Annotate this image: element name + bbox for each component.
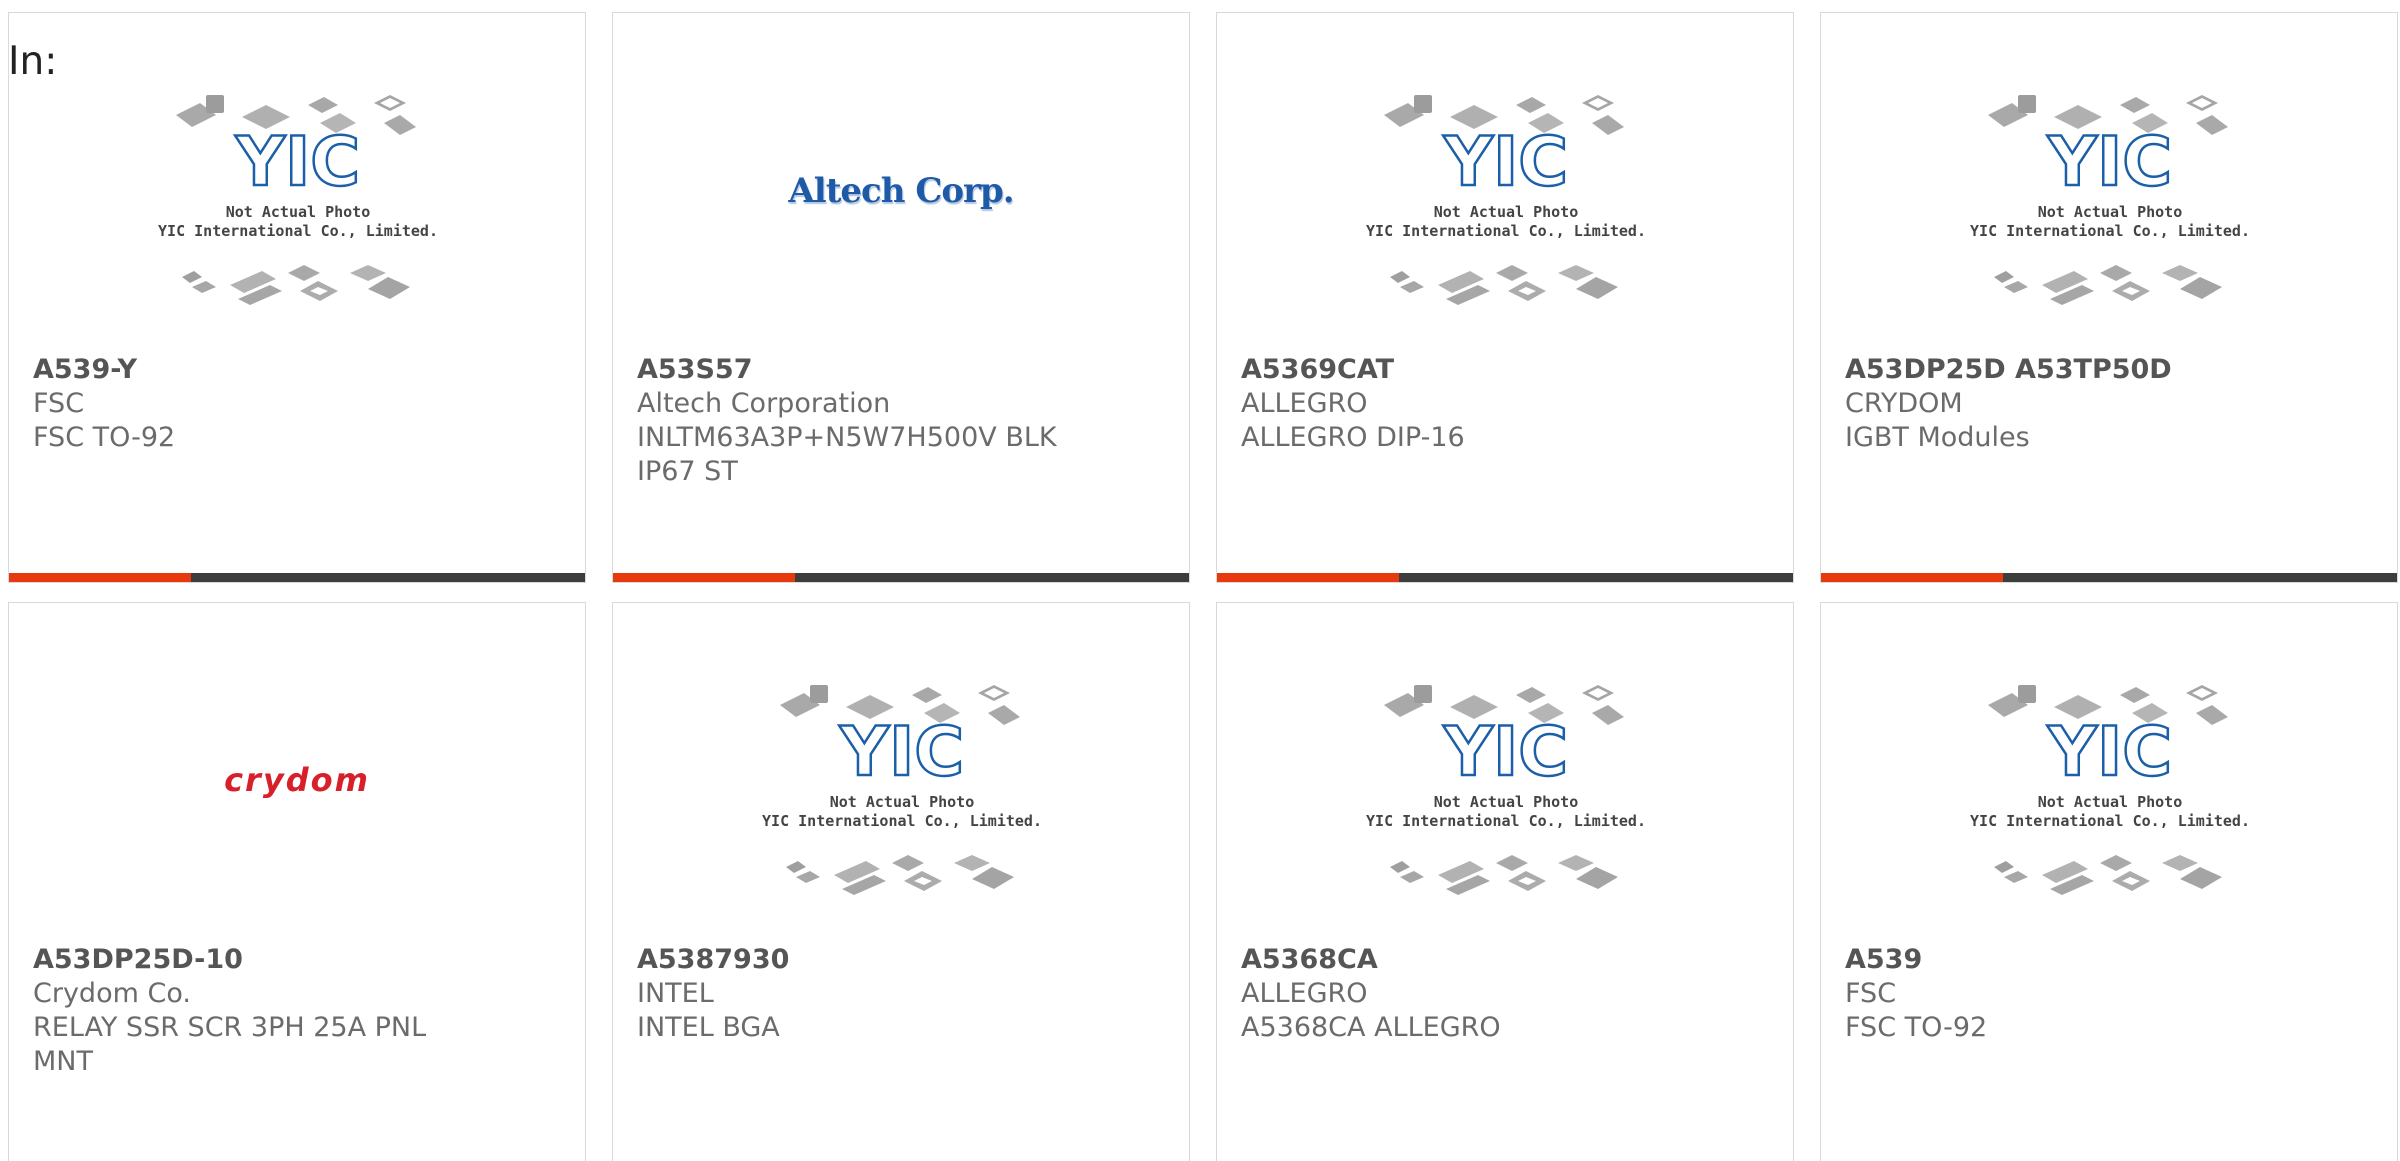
product-grid-page: In: YIC Not Actual Photo YIC International… bbox=[0, 0, 2400, 1161]
card-accent-bar bbox=[1821, 573, 2003, 582]
manufacturer-text: FSC bbox=[33, 388, 85, 419]
product-info: A5368CA ALLEGRO A5368CA ALLEGRO bbox=[1241, 943, 1769, 1045]
part-number-link[interactable]: A5387930 bbox=[637, 943, 1165, 977]
product-info: A53DP25D-10 Crydom Co. RELAY SSR SCR 3PH 2… bbox=[33, 943, 561, 1079]
card-bottom-bar bbox=[9, 573, 585, 582]
product-image[interactable]: YIC Not Actual Photo YIC International Co.… bbox=[1821, 663, 2397, 908]
part-number-link[interactable]: A53S57 bbox=[637, 353, 1165, 387]
manufacturer-text: Crydom Co. bbox=[33, 978, 191, 1009]
company-name-text: YIC International Co., Limited. bbox=[158, 222, 438, 240]
product-card[interactable]: YIC Not Actual Photo YIC International Co.… bbox=[1216, 12, 1794, 583]
part-number-link[interactable]: A5368CA bbox=[1241, 943, 1769, 977]
part-number-link[interactable]: A539 bbox=[1845, 943, 2373, 977]
not-actual-photo-text: Not Actual Photo bbox=[2038, 793, 2183, 811]
description-text: RELAY SSR SCR 3PH 25A PNL MNT bbox=[33, 1012, 427, 1077]
company-name-text: YIC International Co., Limited. bbox=[1970, 812, 2250, 830]
description-text: INTEL BGA bbox=[637, 1012, 780, 1043]
description-text: FSC TO-92 bbox=[33, 422, 176, 453]
description-text: ALLEGRO DIP-16 bbox=[1241, 422, 1465, 453]
product-card[interactable]: YIC Not Actual Photo YIC International Co.… bbox=[1216, 602, 1794, 1161]
part-number-link[interactable]: A5369CAT bbox=[1241, 353, 1769, 387]
manufacturer-text: CRYDOM bbox=[1845, 388, 1963, 419]
product-image[interactable]: YIC Not Actual Photo YIC International Co.… bbox=[1217, 663, 1793, 908]
card-accent-bar bbox=[613, 573, 795, 582]
description-text: FSC TO-92 bbox=[1845, 1012, 1988, 1043]
product-image[interactable]: Altech Corp. bbox=[613, 73, 1189, 318]
placeholder-chip-graphic: YICNot Actual PhotoYIC International Co.… bbox=[762, 685, 1042, 895]
card-bottom-bar bbox=[1217, 573, 1793, 582]
product-image[interactable]: YIC Not Actual Photo YIC International Co.… bbox=[1217, 73, 1793, 318]
yic-logo: YIC bbox=[839, 713, 964, 792]
placeholder-chip-graphic: YICNot Actual PhotoYIC International Co.… bbox=[1970, 685, 2250, 895]
manufacturer-text: Altech Corporation bbox=[637, 388, 891, 419]
company-name-text: YIC International Co., Limited. bbox=[762, 812, 1042, 830]
product-info: A5369CAT ALLEGRO ALLEGRO DIP-16 bbox=[1241, 353, 1769, 455]
product-image[interactable]: YIC Not Actual Photo YIC International Co.… bbox=[613, 663, 1189, 908]
part-number-link[interactable]: A53DP25D A53TP50D bbox=[1845, 353, 2373, 387]
manufacturer-text: INTEL bbox=[637, 978, 714, 1009]
product-image[interactable]: YIC Not Actual Photo YIC International Co.… bbox=[1821, 73, 2397, 318]
placeholder-chip-graphic: YICNot Actual PhotoYIC International Co.… bbox=[1366, 95, 1646, 305]
company-name-text: YIC International Co., Limited. bbox=[1970, 222, 2250, 240]
placeholder-chip-graphic: YICNot Actual PhotoYIC International Co.… bbox=[1366, 685, 1646, 895]
part-number-link[interactable]: A53DP25D-10 bbox=[33, 943, 561, 977]
yic-logo: YIC bbox=[235, 123, 360, 202]
yic-logo: YIC bbox=[1443, 123, 1568, 202]
not-actual-photo-text: Not Actual Photo bbox=[1434, 793, 1579, 811]
yic-logo: YIC bbox=[1443, 713, 1568, 792]
yic-logo: YIC bbox=[2047, 713, 2172, 792]
product-card[interactable]: YIC Not Actual Photo YIC International Co.… bbox=[1820, 602, 2398, 1161]
manufacturer-text: FSC bbox=[1845, 978, 1897, 1009]
not-actual-photo-text: Not Actual Photo bbox=[226, 203, 371, 221]
product-card[interactable]: Altech Corp. A53S57 Altech Corporation INLT… bbox=[612, 12, 1190, 583]
company-name-text: YIC International Co., Limited. bbox=[1366, 222, 1646, 240]
product-card[interactable]: YIC Not Actual Photo YIC International Co.… bbox=[8, 12, 586, 583]
product-card[interactable]: YIC Not Actual Photo YIC International Co.… bbox=[612, 602, 1190, 1161]
card-bottom-bar bbox=[1821, 573, 2397, 582]
card-bottom-bar bbox=[613, 573, 1189, 582]
card-accent-bar bbox=[1217, 573, 1399, 582]
in-label: In: bbox=[8, 39, 58, 84]
not-actual-photo-text: Not Actual Photo bbox=[2038, 203, 2183, 221]
part-number-link[interactable]: A539-Y bbox=[33, 353, 561, 387]
description-text: A5368CA ALLEGRO bbox=[1241, 1012, 1501, 1043]
product-image[interactable]: crydom bbox=[9, 663, 585, 908]
crydom-logo: crydom bbox=[224, 761, 370, 799]
manufacturer-text: ALLEGRO bbox=[1241, 978, 1368, 1009]
manufacturer-text: ALLEGRO bbox=[1241, 388, 1368, 419]
placeholder-chip-graphic: YICNot Actual PhotoYIC International Co.… bbox=[158, 95, 438, 305]
product-card[interactable]: YIC Not Actual Photo YIC International Co.… bbox=[1820, 12, 2398, 583]
product-info: A5387930 INTEL INTEL BGA bbox=[637, 943, 1165, 1045]
placeholder-chip-graphic: YICNot Actual PhotoYIC International Co.… bbox=[1970, 95, 2250, 305]
product-card[interactable]: crydom A53DP25D-10 Crydom Co. RELAY SSR SCR… bbox=[8, 602, 586, 1161]
description-text: IGBT Modules bbox=[1845, 422, 2030, 453]
product-info: A539-Y FSC FSC TO-92 bbox=[33, 353, 561, 455]
product-info: A53S57 Altech Corporation INLTM63A3P+N5W7H… bbox=[637, 353, 1165, 489]
altech-corp-logo: Altech Corp. bbox=[788, 171, 1014, 211]
product-info: A53DP25D A53TP50D CRYDOM IGBT Modules bbox=[1845, 353, 2373, 455]
product-image[interactable]: YIC Not Actual Photo YIC International Co.… bbox=[9, 73, 585, 318]
card-accent-bar bbox=[9, 573, 191, 582]
company-name-text: YIC International Co., Limited. bbox=[1366, 812, 1646, 830]
product-info: A539 FSC FSC TO-92 bbox=[1845, 943, 2373, 1045]
description-text: INLTM63A3P+N5W7H500V BLK IP67 ST bbox=[637, 422, 1057, 487]
yic-logo: YIC bbox=[2047, 123, 2172, 202]
not-actual-photo-text: Not Actual Photo bbox=[830, 793, 975, 811]
not-actual-photo-text: Not Actual Photo bbox=[1434, 203, 1579, 221]
